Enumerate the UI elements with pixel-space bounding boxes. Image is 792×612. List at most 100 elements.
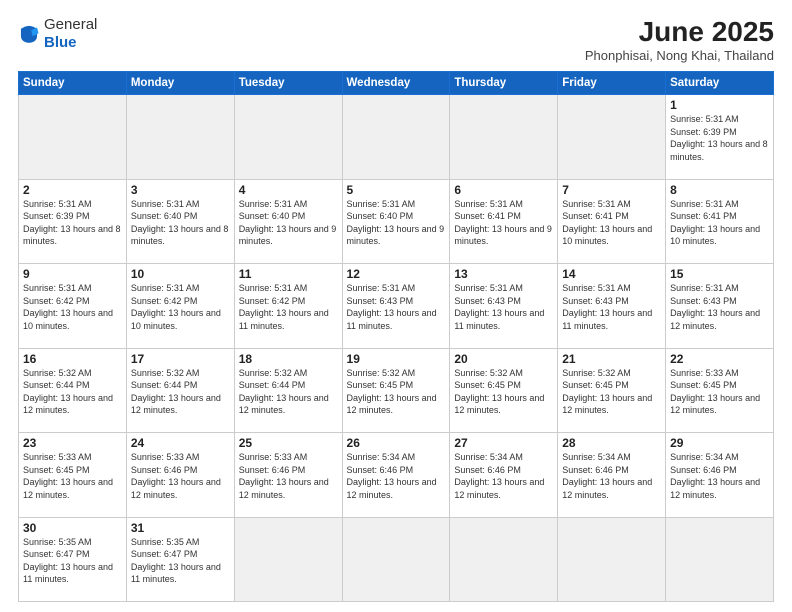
calendar-cell: 13Sunrise: 5:31 AMSunset: 6:43 PMDayligh… bbox=[450, 264, 558, 349]
day-number: 14 bbox=[562, 267, 661, 281]
day-number: 10 bbox=[131, 267, 230, 281]
day-info: Sunrise: 5:35 AMSunset: 6:47 PMDaylight:… bbox=[23, 536, 122, 586]
weekday-header-saturday: Saturday bbox=[666, 72, 774, 95]
day-number: 31 bbox=[131, 521, 230, 535]
day-info: Sunrise: 5:34 AMSunset: 6:46 PMDaylight:… bbox=[347, 451, 446, 501]
calendar-cell: 7Sunrise: 5:31 AMSunset: 6:41 PMDaylight… bbox=[558, 179, 666, 264]
calendar-cell: 5Sunrise: 5:31 AMSunset: 6:40 PMDaylight… bbox=[342, 179, 450, 264]
day-number: 23 bbox=[23, 436, 122, 450]
calendar-cell: 22Sunrise: 5:33 AMSunset: 6:45 PMDayligh… bbox=[666, 348, 774, 433]
day-number: 26 bbox=[347, 436, 446, 450]
header: General Blue June 2025 Phonphisai, Nong … bbox=[18, 16, 774, 63]
day-info: Sunrise: 5:35 AMSunset: 6:47 PMDaylight:… bbox=[131, 536, 230, 586]
calendar-week-row: 23Sunrise: 5:33 AMSunset: 6:45 PMDayligh… bbox=[19, 433, 774, 518]
day-number: 28 bbox=[562, 436, 661, 450]
day-info: Sunrise: 5:31 AMSunset: 6:43 PMDaylight:… bbox=[454, 282, 553, 332]
calendar-cell bbox=[450, 517, 558, 602]
day-info: Sunrise: 5:31 AMSunset: 6:40 PMDaylight:… bbox=[347, 198, 446, 248]
day-info: Sunrise: 5:32 AMSunset: 6:45 PMDaylight:… bbox=[562, 367, 661, 417]
calendar-cell: 11Sunrise: 5:31 AMSunset: 6:42 PMDayligh… bbox=[234, 264, 342, 349]
calendar-cell: 24Sunrise: 5:33 AMSunset: 6:46 PMDayligh… bbox=[126, 433, 234, 518]
day-info: Sunrise: 5:32 AMSunset: 6:44 PMDaylight:… bbox=[23, 367, 122, 417]
day-info: Sunrise: 5:32 AMSunset: 6:44 PMDaylight:… bbox=[239, 367, 338, 417]
weekday-header-tuesday: Tuesday bbox=[234, 72, 342, 95]
day-info: Sunrise: 5:31 AMSunset: 6:39 PMDaylight:… bbox=[23, 198, 122, 248]
day-number: 8 bbox=[670, 183, 769, 197]
calendar-cell bbox=[234, 517, 342, 602]
day-info: Sunrise: 5:31 AMSunset: 6:43 PMDaylight:… bbox=[347, 282, 446, 332]
logo-general-text: General bbox=[44, 16, 97, 33]
calendar-cell: 19Sunrise: 5:32 AMSunset: 6:45 PMDayligh… bbox=[342, 348, 450, 433]
day-info: Sunrise: 5:33 AMSunset: 6:45 PMDaylight:… bbox=[23, 451, 122, 501]
calendar-cell: 15Sunrise: 5:31 AMSunset: 6:43 PMDayligh… bbox=[666, 264, 774, 349]
calendar-cell: 23Sunrise: 5:33 AMSunset: 6:45 PMDayligh… bbox=[19, 433, 127, 518]
day-info: Sunrise: 5:31 AMSunset: 6:42 PMDaylight:… bbox=[239, 282, 338, 332]
day-info: Sunrise: 5:34 AMSunset: 6:46 PMDaylight:… bbox=[562, 451, 661, 501]
calendar-cell bbox=[450, 95, 558, 180]
calendar-week-row: 9Sunrise: 5:31 AMSunset: 6:42 PMDaylight… bbox=[19, 264, 774, 349]
day-info: Sunrise: 5:32 AMSunset: 6:45 PMDaylight:… bbox=[347, 367, 446, 417]
calendar-cell bbox=[126, 95, 234, 180]
calendar-cell: 29Sunrise: 5:34 AMSunset: 6:46 PMDayligh… bbox=[666, 433, 774, 518]
calendar-cell: 18Sunrise: 5:32 AMSunset: 6:44 PMDayligh… bbox=[234, 348, 342, 433]
calendar-cell: 31Sunrise: 5:35 AMSunset: 6:47 PMDayligh… bbox=[126, 517, 234, 602]
day-number: 5 bbox=[347, 183, 446, 197]
calendar-cell bbox=[558, 95, 666, 180]
day-number: 30 bbox=[23, 521, 122, 535]
day-number: 16 bbox=[23, 352, 122, 366]
day-number: 11 bbox=[239, 267, 338, 281]
weekday-header-wednesday: Wednesday bbox=[342, 72, 450, 95]
calendar-table: SundayMondayTuesdayWednesdayThursdayFrid… bbox=[18, 71, 774, 602]
logo-text: General Blue bbox=[44, 16, 97, 52]
day-info: Sunrise: 5:33 AMSunset: 6:45 PMDaylight:… bbox=[670, 367, 769, 417]
day-number: 27 bbox=[454, 436, 553, 450]
weekday-header-sunday: Sunday bbox=[19, 72, 127, 95]
day-info: Sunrise: 5:31 AMSunset: 6:43 PMDaylight:… bbox=[562, 282, 661, 332]
page: General Blue June 2025 Phonphisai, Nong … bbox=[0, 0, 792, 612]
calendar-cell: 21Sunrise: 5:32 AMSunset: 6:45 PMDayligh… bbox=[558, 348, 666, 433]
day-info: Sunrise: 5:31 AMSunset: 6:41 PMDaylight:… bbox=[454, 198, 553, 248]
calendar-cell: 2Sunrise: 5:31 AMSunset: 6:39 PMDaylight… bbox=[19, 179, 127, 264]
calendar-week-row: 30Sunrise: 5:35 AMSunset: 6:47 PMDayligh… bbox=[19, 517, 774, 602]
calendar-cell: 17Sunrise: 5:32 AMSunset: 6:44 PMDayligh… bbox=[126, 348, 234, 433]
calendar-cell: 25Sunrise: 5:33 AMSunset: 6:46 PMDayligh… bbox=[234, 433, 342, 518]
calendar-cell bbox=[342, 517, 450, 602]
day-number: 4 bbox=[239, 183, 338, 197]
calendar-cell bbox=[19, 95, 127, 180]
calendar-cell: 27Sunrise: 5:34 AMSunset: 6:46 PMDayligh… bbox=[450, 433, 558, 518]
day-number: 3 bbox=[131, 183, 230, 197]
weekday-header-thursday: Thursday bbox=[450, 72, 558, 95]
day-number: 18 bbox=[239, 352, 338, 366]
day-info: Sunrise: 5:31 AMSunset: 6:40 PMDaylight:… bbox=[131, 198, 230, 248]
calendar-cell: 1Sunrise: 5:31 AMSunset: 6:39 PMDaylight… bbox=[666, 95, 774, 180]
calendar-cell bbox=[234, 95, 342, 180]
calendar-header-row: SundayMondayTuesdayWednesdayThursdayFrid… bbox=[19, 72, 774, 95]
day-info: Sunrise: 5:31 AMSunset: 6:43 PMDaylight:… bbox=[670, 282, 769, 332]
day-number: 9 bbox=[23, 267, 122, 281]
day-number: 6 bbox=[454, 183, 553, 197]
subtitle: Phonphisai, Nong Khai, Thailand bbox=[585, 48, 774, 63]
day-number: 24 bbox=[131, 436, 230, 450]
day-info: Sunrise: 5:33 AMSunset: 6:46 PMDaylight:… bbox=[239, 451, 338, 501]
calendar-cell: 4Sunrise: 5:31 AMSunset: 6:40 PMDaylight… bbox=[234, 179, 342, 264]
calendar-cell: 3Sunrise: 5:31 AMSunset: 6:40 PMDaylight… bbox=[126, 179, 234, 264]
title-block: June 2025 Phonphisai, Nong Khai, Thailan… bbox=[585, 16, 774, 63]
calendar-cell: 28Sunrise: 5:34 AMSunset: 6:46 PMDayligh… bbox=[558, 433, 666, 518]
day-info: Sunrise: 5:31 AMSunset: 6:42 PMDaylight:… bbox=[23, 282, 122, 332]
logo-blue-text: Blue bbox=[44, 34, 77, 51]
calendar-week-row: 16Sunrise: 5:32 AMSunset: 6:44 PMDayligh… bbox=[19, 348, 774, 433]
day-info: Sunrise: 5:32 AMSunset: 6:45 PMDaylight:… bbox=[454, 367, 553, 417]
day-number: 29 bbox=[670, 436, 769, 450]
day-info: Sunrise: 5:34 AMSunset: 6:46 PMDaylight:… bbox=[670, 451, 769, 501]
calendar-cell: 6Sunrise: 5:31 AMSunset: 6:41 PMDaylight… bbox=[450, 179, 558, 264]
day-info: Sunrise: 5:32 AMSunset: 6:44 PMDaylight:… bbox=[131, 367, 230, 417]
day-number: 1 bbox=[670, 98, 769, 112]
day-info: Sunrise: 5:31 AMSunset: 6:39 PMDaylight:… bbox=[670, 113, 769, 163]
calendar-cell: 20Sunrise: 5:32 AMSunset: 6:45 PMDayligh… bbox=[450, 348, 558, 433]
calendar-cell: 9Sunrise: 5:31 AMSunset: 6:42 PMDaylight… bbox=[19, 264, 127, 349]
calendar-cell: 14Sunrise: 5:31 AMSunset: 6:43 PMDayligh… bbox=[558, 264, 666, 349]
calendar-cell: 26Sunrise: 5:34 AMSunset: 6:46 PMDayligh… bbox=[342, 433, 450, 518]
day-number: 7 bbox=[562, 183, 661, 197]
day-info: Sunrise: 5:34 AMSunset: 6:46 PMDaylight:… bbox=[454, 451, 553, 501]
main-title: June 2025 bbox=[585, 16, 774, 48]
